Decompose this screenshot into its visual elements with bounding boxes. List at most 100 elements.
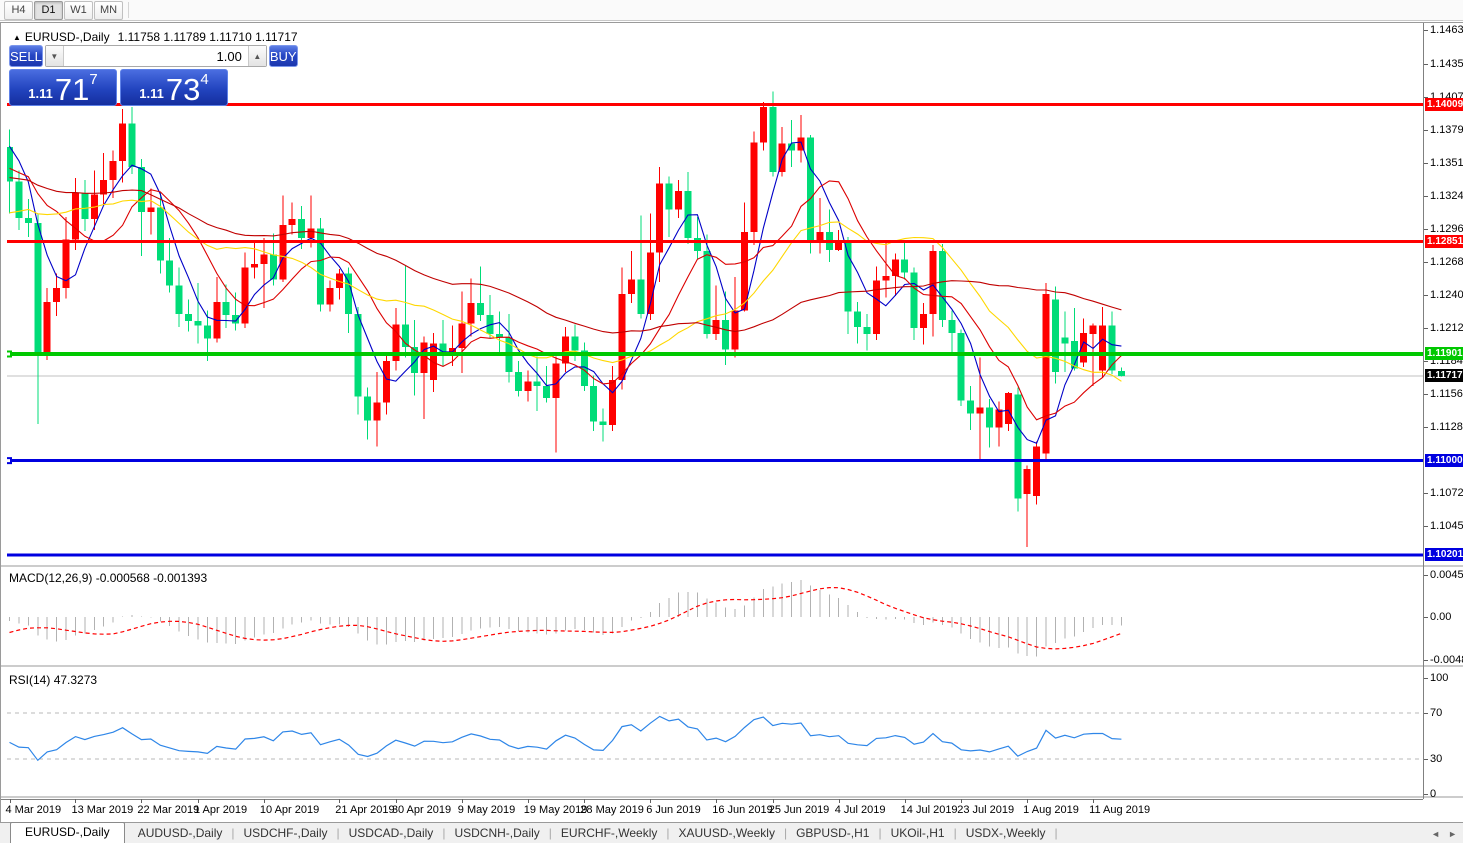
price-chart-canvas[interactable] [1,23,1463,823]
price-tick-label: 1.10450 [1430,519,1463,532]
date-tick-label: 22 Mar 2019 [137,804,200,816]
chart-tab-gbpusd-h1[interactable]: GBPUSD-,H1 [787,824,878,843]
one-click-trading-panel: SELL ▼ ▲ BUY 1.11 71 7 1.11 73 4 [9,45,298,106]
tab-scroll-right-button[interactable]: ► [1448,829,1457,839]
price-tick-mark [1424,426,1428,428]
date-tick-label: 9 May 2019 [457,804,516,816]
sell-button[interactable]: SELL [9,45,43,67]
price-tick-mark [1424,328,1428,330]
chart-tab-usdchf-daily[interactable]: USDCHF-,Daily [235,824,337,843]
chart-tab-usdcnh-daily[interactable]: USDCNH-,Daily [445,824,548,843]
price-tick-mark [1424,261,1428,263]
lot-size-box: ▼ ▲ [44,45,267,67]
candlesticks [7,91,1125,548]
rsi-axis-label: 0 [1430,787,1437,800]
macd-axis-label: 0.004517 [1430,569,1463,581]
date-tick-label: 19 May 2019 [523,804,588,816]
chart-window[interactable]: ▲ EURUSD-,Daily 1.11758 1.11789 1.11710 1.… [0,22,1463,822]
sell-price-prefix: 1.11 [28,86,53,101]
price-tick-label: 1.13515 [1430,156,1463,169]
price-tick-label: 1.12400 [1430,288,1463,301]
rsi-tick-mark [1424,678,1428,680]
chart-tab-eurchf-weekly[interactable]: EURCHF-,Weekly [552,824,666,843]
rsi-tick-mark [1424,759,1428,761]
date-tick-label: 6 Jun 2019 [646,804,701,816]
chart-tab-audusd-daily[interactable]: AUDUSD-,Daily [129,824,232,843]
chart-tab-bar: EURUSD-,Daily AUDUSD-,Daily | USDCHF-,Daily… [0,822,1463,843]
date-tick-label: 4 Jul 2019 [834,804,886,816]
price-label-1.14009: 1.14009 [1425,97,1463,111]
price-label-1.11000: 1.11000 [1425,453,1463,467]
date-tick-mark [75,799,77,803]
macd-tick-mark [1424,660,1428,661]
date-tick-label: 11 Aug 2019 [1089,804,1151,816]
date-tick-label: 23 Jul 2019 [957,804,1015,816]
sell-price-display[interactable]: 1.11 71 7 [9,69,117,106]
price-tick-mark [1424,129,1428,131]
rsi-axis-label: 100 [1430,672,1449,685]
buy-price-prefix: 1.11 [139,86,164,101]
date-tick-label: 10 Apr 2019 [259,804,320,816]
date-tick-mark [961,799,963,803]
buy-price-point: 4 [200,71,209,88]
rsi-tick-mark [1424,793,1428,795]
date-tick-mark [904,799,906,803]
price-tick-label: 1.12120 [1430,322,1463,335]
buy-price-display[interactable]: 1.11 73 4 [120,69,228,106]
mt4-terminal: H4 D1 W1 MN ▲ EURUSD-,Daily 1.11758 1.1178… [0,0,1463,843]
chart-tab-eurusd-daily[interactable]: EURUSD-,Daily [10,822,125,843]
price-tick-label: 1.13795 [1430,123,1463,136]
price-tick-label: 1.13240 [1430,189,1463,202]
price-tick-mark [1424,294,1428,296]
date-tick-label: 21 Apr 2019 [335,804,395,816]
rsi-axis-label: 70 [1430,707,1443,719]
date-tick-mark [584,799,586,803]
macd-pane [9,580,1122,657]
date-tick-label: 14 Jul 2019 [900,804,958,816]
tab-scroll-left-button[interactable]: ◄ [1431,829,1440,839]
chart-title-bar: ▲ EURUSD-,Daily 1.11758 1.11789 1.11710 1.… [13,30,298,44]
chart-tabs: EURUSD-,Daily AUDUSD-,Daily | USDCHF-,Daily… [0,822,1058,843]
sell-price-pips: 71 [54,71,90,107]
date-tick-label: 1 Aug 2019 [1023,804,1079,816]
price-tick-mark [1424,525,1428,527]
macd-indicator-label: MACD(12,26,9) -0.000568 -0.001393 [9,571,208,585]
date-tick-mark [339,799,341,803]
timeframe-h4-button[interactable]: H4 [4,0,33,20]
chart-ohlc-values: 1.11758 1.11789 1.11710 1.11717 [117,30,298,44]
date-tick-label: 1 Apr 2019 [193,804,248,816]
date-tick-label: 30 Apr 2019 [391,804,452,816]
price-label-1.11901: 1.11901 [1425,347,1463,360]
price-tick-mark [1424,493,1428,495]
price-tick-label: 1.11565 [1430,387,1463,400]
chart-tab-usdcad-daily[interactable]: USDCAD-,Daily [340,824,443,843]
time-axis[interactable]: 4 Mar 2019 13 Mar 2019 22 Mar 2019 1 Apr 20… [1,799,1423,822]
buy-price-pips: 73 [165,71,201,107]
date-tick-mark [1027,799,1029,803]
timeframe-toolbar: H4 D1 W1 MN [0,0,1463,21]
price-tick-mark [1424,162,1428,164]
timeframe-w1-button[interactable]: W1 [64,0,93,20]
rsi-tick-mark [1424,713,1428,714]
timeframe-mn-button[interactable]: MN [94,0,123,20]
price-tick-mark [1424,393,1428,395]
price-tick-label: 1.14355 [1430,57,1463,70]
date-tick-mark [716,799,718,803]
lot-increase-button[interactable]: ▲ [248,46,266,66]
macd-tick-mark [1424,575,1428,576]
price-tick-mark [1424,195,1428,197]
chart-tab-usdx-weekly[interactable]: USDX-,Weekly [957,824,1055,843]
bid-price-label: 1.11717 [1425,368,1463,382]
chart-tab-xauusd-weekly[interactable]: XAUUSD-,Weekly [669,824,783,843]
date-tick-mark [527,799,529,803]
price-axis[interactable]: 1.146351.143551.140751.137951.135151.132… [1423,23,1463,800]
lot-size-input[interactable] [62,46,249,66]
macd-axis-label: 0.00 [1430,611,1452,623]
lot-decrease-button[interactable]: ▼ [45,46,63,66]
tab-separator: | [1054,826,1058,840]
collapse-triangle-icon[interactable]: ▲ [13,33,21,42]
price-tick-mark [1424,228,1428,230]
buy-button[interactable]: BUY [268,45,298,67]
chart-tab-ukoil-h1[interactable]: UKOil-,H1 [882,824,954,843]
timeframe-d1-button[interactable]: D1 [34,0,63,20]
